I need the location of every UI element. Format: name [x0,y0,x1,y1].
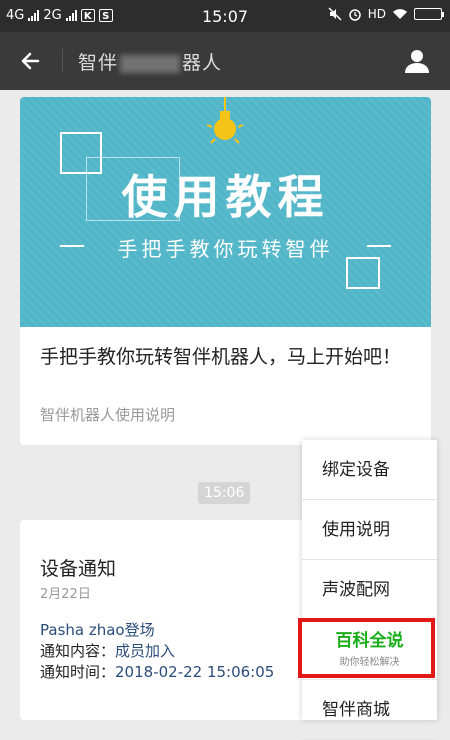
banner-subtitle: 手把手教你玩转智伴 [117,237,334,261]
blurred-name [120,54,181,73]
profile-icon[interactable] [402,46,432,76]
status-right: HD [328,7,444,21]
battery-icon [414,8,444,20]
content-label: 通知内容： [40,642,116,660]
highlight-annotation-box [298,618,435,678]
time-value: 2018-02-22 15:06:05 [115,663,275,681]
notice-line: Pasha zhao登场 [40,621,155,639]
content-value: 成员加入 [115,642,176,660]
menu-item-store[interactable]: 智伴商城 [302,680,437,740]
mute-icon [328,7,342,21]
menu-item-label: 绑定设备 [322,460,390,480]
banner-title: 使用教程 [121,170,330,224]
tutorial-card[interactable]: 使用教程 手把手教你玩转智伴 手把手教你玩转智伴机器人，马上开始吧！ 智伴机器人… [20,97,431,445]
status-bar: 4G 2G K S 15:07 HD [0,0,450,32]
time-label: 通知时间： [40,663,116,681]
menu-item-label: 使用说明 [322,520,390,540]
menu-item-label: 智伴商城 [322,700,390,720]
notice-time-row: 通知时间：2018-02-22 15:06:05 [40,661,274,682]
nav-bar: 智伴 器人 [0,32,450,90]
tutorial-banner: 使用教程 手把手教你玩转智伴 [20,97,431,327]
page-title: 智伴 器人 [78,48,222,75]
dropdown-menu: 绑定设备 使用说明 声波配网 百科全说 助你轻松解决 智伴商城 [302,440,437,740]
message-timestamp: 15:06 [198,482,251,504]
back-arrow-icon[interactable] [16,46,46,76]
nav-divider [62,49,63,73]
notice-date: 2月22日 [40,587,91,602]
menu-item-instructions[interactable]: 使用说明 [302,500,437,560]
lightbulb-icon [206,97,244,144]
notice-content-row: 通知内容：成员加入 [40,640,175,661]
card-subtitle: 智伴机器人使用说明 [40,406,176,424]
menu-item-bind-device[interactable]: 绑定设备 [302,440,437,500]
hd-indicator: HD [367,7,386,21]
wifi-icon [393,9,407,19]
notice-title: 设备通知 [40,558,117,580]
alarm-icon [348,9,361,21]
menu-item-label: 声波配网 [322,580,390,600]
card-title: 手把手教你玩转智伴机器人，马上开始吧！ [40,346,402,368]
title-prefix: 智伴 [78,52,119,74]
menu-item-sonic-network[interactable]: 声波配网 [302,560,437,620]
title-suffix: 器人 [182,52,223,74]
